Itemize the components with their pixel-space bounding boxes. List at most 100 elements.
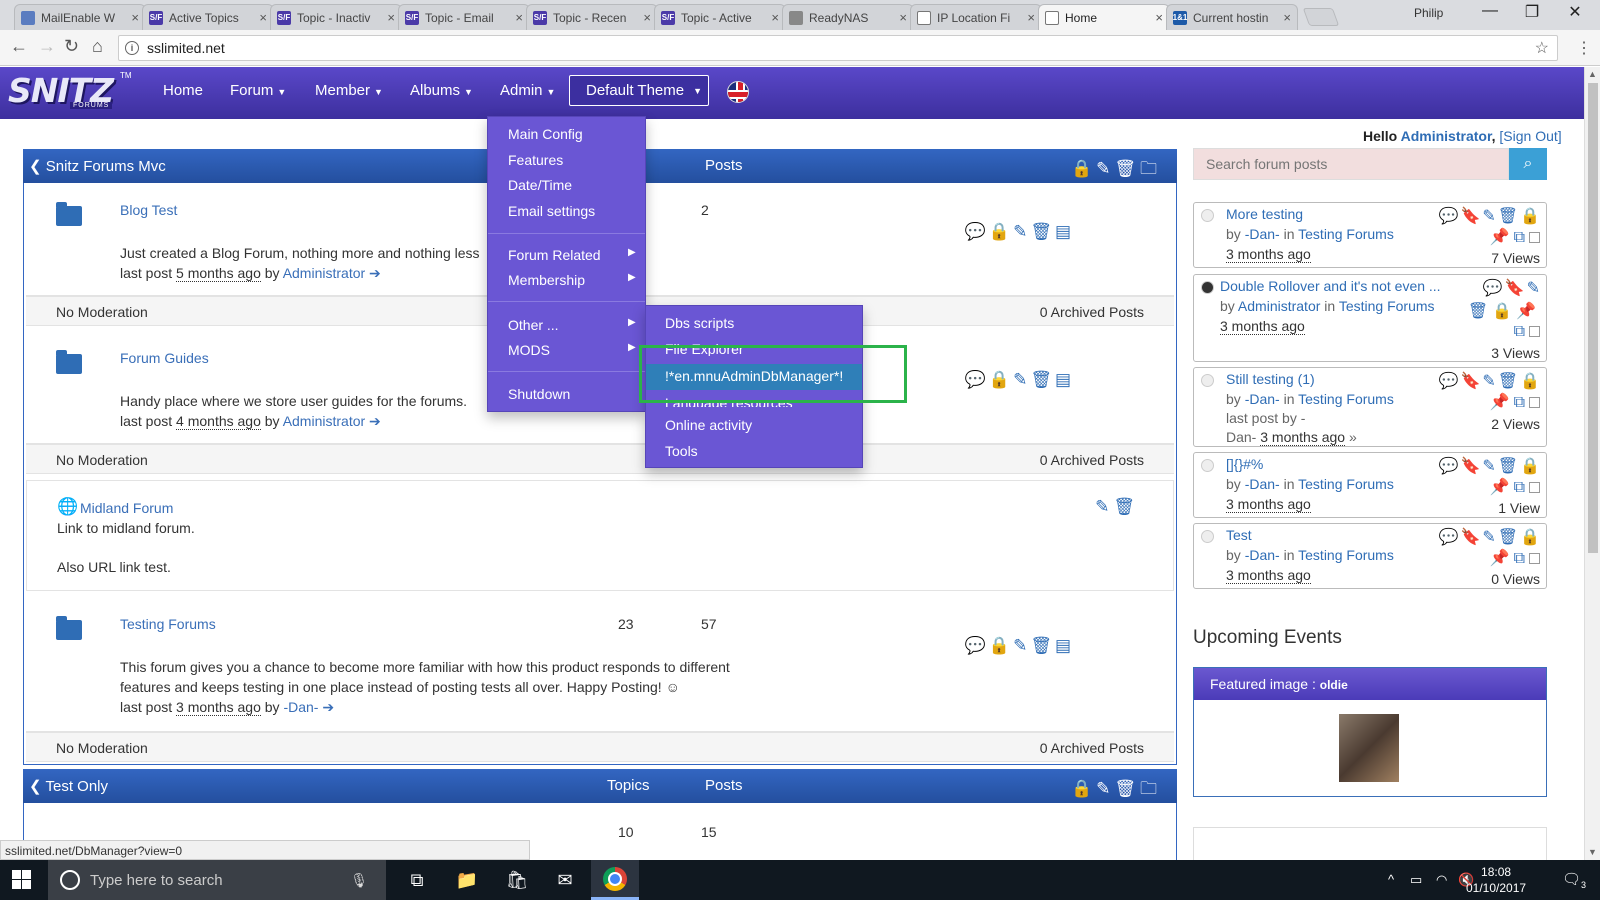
topic-title[interactable]: Test — [1226, 527, 1446, 543]
scroll-down-icon[interactable]: ▼ — [1588, 847, 1597, 857]
pin-icon[interactable]: 📌 — [1490, 229, 1514, 246]
profile-name[interactable]: Philip — [1414, 6, 1443, 20]
move-icon[interactable]: ⧉ — [1514, 229, 1529, 246]
browser-tab[interactable]: S/F Topic - Recen × — [526, 4, 658, 30]
select-checkbox[interactable] — [1529, 397, 1540, 409]
microphone-icon[interactable]: 🎙 — [350, 872, 368, 889]
scroll-thumb[interactable] — [1588, 83, 1598, 553]
delete-icon[interactable]: 🗑 — [1114, 159, 1140, 178]
goto-arrow-icon[interactable]: ➔ — [369, 265, 381, 281]
pin-icon[interactable]: 📌 — [1490, 479, 1514, 496]
bookmark-icon[interactable]: 🔖 — [1460, 458, 1482, 475]
edit-icon[interactable]: ✎ — [1013, 222, 1030, 241]
reply-icon[interactable]: 💬 — [965, 222, 989, 241]
edit-icon[interactable]: ✎ — [1013, 370, 1030, 389]
uk-flag-icon[interactable] — [727, 81, 749, 103]
edit-icon[interactable]: ✎ — [1482, 208, 1497, 225]
bookmark-icon[interactable]: 🔖 — [1505, 280, 1527, 297]
author-link[interactable]: -Dan- — [1245, 226, 1280, 242]
theme-select[interactable]: Default Theme ▼ — [569, 75, 709, 106]
close-icon[interactable]: × — [1283, 10, 1291, 25]
lock-icon[interactable]: 🔒 — [1492, 303, 1516, 320]
last-post-author[interactable]: Dan- — [1226, 429, 1256, 445]
select-checkbox[interactable] — [1529, 326, 1540, 338]
signout-link[interactable]: [Sign Out] — [1499, 128, 1561, 144]
author-link[interactable]: Administrator — [283, 265, 365, 281]
folder-icon[interactable]: 🗀 — [1140, 159, 1161, 178]
home-icon[interactable]: ⌂ — [92, 36, 103, 57]
chrome-taskbar-button[interactable] — [591, 860, 639, 900]
bookmark-icon[interactable]: 🔖 — [1460, 529, 1482, 546]
close-icon[interactable]: × — [1155, 10, 1163, 25]
select-checkbox[interactable] — [1529, 482, 1540, 494]
browser-tab[interactable]: S/F Active Topics × — [142, 4, 274, 30]
category-title[interactable]: ❮ Test Only — [29, 777, 108, 795]
lock-icon[interactable]: 🔒 — [1071, 159, 1096, 178]
edit-icon[interactable]: ✎ — [1095, 497, 1113, 516]
forum-link[interactable]: Testing Forums — [1298, 476, 1394, 492]
forum-link[interactable]: Testing Forums — [1339, 298, 1435, 314]
author-link[interactable]: Administrator — [283, 413, 365, 429]
menu-item-mods[interactable]: MODS ▶ — [508, 342, 636, 358]
lock-icon[interactable]: 🔒 — [1520, 373, 1542, 390]
pin-icon[interactable]: 📌 — [1516, 303, 1540, 320]
author-link[interactable]: -Dan- — [1245, 547, 1280, 563]
browser-tab[interactable]: 1&1 Current hostin × — [1166, 4, 1298, 30]
task-view-icon[interactable]: ⧉ — [404, 868, 430, 892]
edit-icon[interactable]: ✎ — [1013, 636, 1030, 655]
delete-icon[interactable]: 🗑 — [1498, 458, 1520, 475]
file-explorer-icon[interactable]: 📁 — [454, 868, 480, 892]
edit-icon[interactable]: ✎ — [1527, 280, 1542, 297]
wifi-icon[interactable]: ◠ — [1436, 872, 1447, 888]
forum-title[interactable]: Testing Forums — [120, 616, 216, 632]
archive-icon[interactable]: ▤ — [1055, 370, 1074, 389]
delete-icon[interactable]: 🗑 — [1498, 373, 1520, 390]
forum-title[interactable]: Blog Test — [120, 202, 177, 218]
move-icon[interactable]: ⧉ — [1514, 394, 1529, 411]
lock-icon[interactable]: 🔒 — [989, 370, 1013, 389]
system-clock[interactable]: 18:08 01/10/2017 — [1466, 864, 1526, 896]
close-icon[interactable]: × — [387, 10, 395, 25]
archive-icon[interactable]: ▤ — [1055, 222, 1074, 241]
menu-item-forum-related[interactable]: Forum Related ▶ — [508, 247, 636, 263]
menu-item-membership[interactable]: Membership ▶ — [508, 272, 636, 288]
store-icon[interactable]: 🛍 — [504, 868, 530, 892]
browser-tab-active[interactable]: Home × — [1038, 4, 1170, 30]
menu-item-online-activity[interactable]: Online activity — [665, 417, 752, 433]
user-link[interactable]: Administrator — [1401, 128, 1492, 144]
topic-title[interactable]: More testing — [1226, 206, 1446, 222]
browser-menu-icon[interactable]: ⋮ — [1576, 38, 1592, 58]
delete-icon[interactable]: 🗑 — [1030, 370, 1055, 389]
bookmark-star-icon[interactable]: ☆ — [1535, 38, 1549, 58]
lock-icon[interactable]: 🔒 — [989, 636, 1013, 655]
nav-albums[interactable]: Albums ▼ — [410, 82, 473, 99]
pin-icon[interactable]: 📌 — [1490, 394, 1514, 411]
address-bar[interactable]: i sslimited.net ☆ — [118, 35, 1558, 61]
menu-item-datetime[interactable]: Date/Time — [508, 177, 572, 193]
menu-item-main-config[interactable]: Main Config — [508, 126, 583, 142]
menu-item-tools[interactable]: Tools — [665, 443, 698, 459]
move-icon[interactable]: ⧉ — [1514, 550, 1529, 567]
menu-item-dbs-scripts[interactable]: Dbs scripts — [665, 315, 734, 331]
close-icon[interactable]: × — [643, 10, 651, 25]
reply-icon[interactable]: 💬 — [965, 636, 989, 655]
close-icon[interactable]: × — [771, 10, 779, 25]
nav-forum[interactable]: Forum ▼ — [230, 82, 286, 99]
delete-icon[interactable]: 🗑 — [1498, 529, 1520, 546]
reply-icon[interactable]: 💬 — [1483, 280, 1505, 297]
nav-admin[interactable]: Admin ▼ — [500, 82, 555, 99]
taskbar-search[interactable]: Type here to search 🎙 — [48, 860, 386, 900]
browser-tab[interactable]: S/F Topic - Inactiv × — [270, 4, 402, 30]
goto-arrow-icon[interactable]: ➔ — [369, 413, 381, 429]
windows-start-icon[interactable] — [12, 870, 32, 890]
topic-title[interactable]: []{}#% — [1226, 456, 1446, 472]
lock-icon[interactable]: 🔒 — [1520, 208, 1542, 225]
browser-tab[interactable]: IP Location Fi × — [910, 4, 1042, 30]
author-link[interactable]: Administrator — [1238, 298, 1320, 314]
menu-item-email-settings[interactable]: Email settings — [508, 203, 595, 219]
delete-icon[interactable]: 🗑 — [1498, 208, 1520, 225]
delete-icon[interactable]: 🗑 — [1114, 779, 1140, 798]
reply-icon[interactable]: 💬 — [965, 370, 989, 389]
vertical-scrollbar[interactable]: ▲ ▼ — [1584, 67, 1600, 860]
battery-icon[interactable]: ▭ — [1410, 872, 1422, 888]
